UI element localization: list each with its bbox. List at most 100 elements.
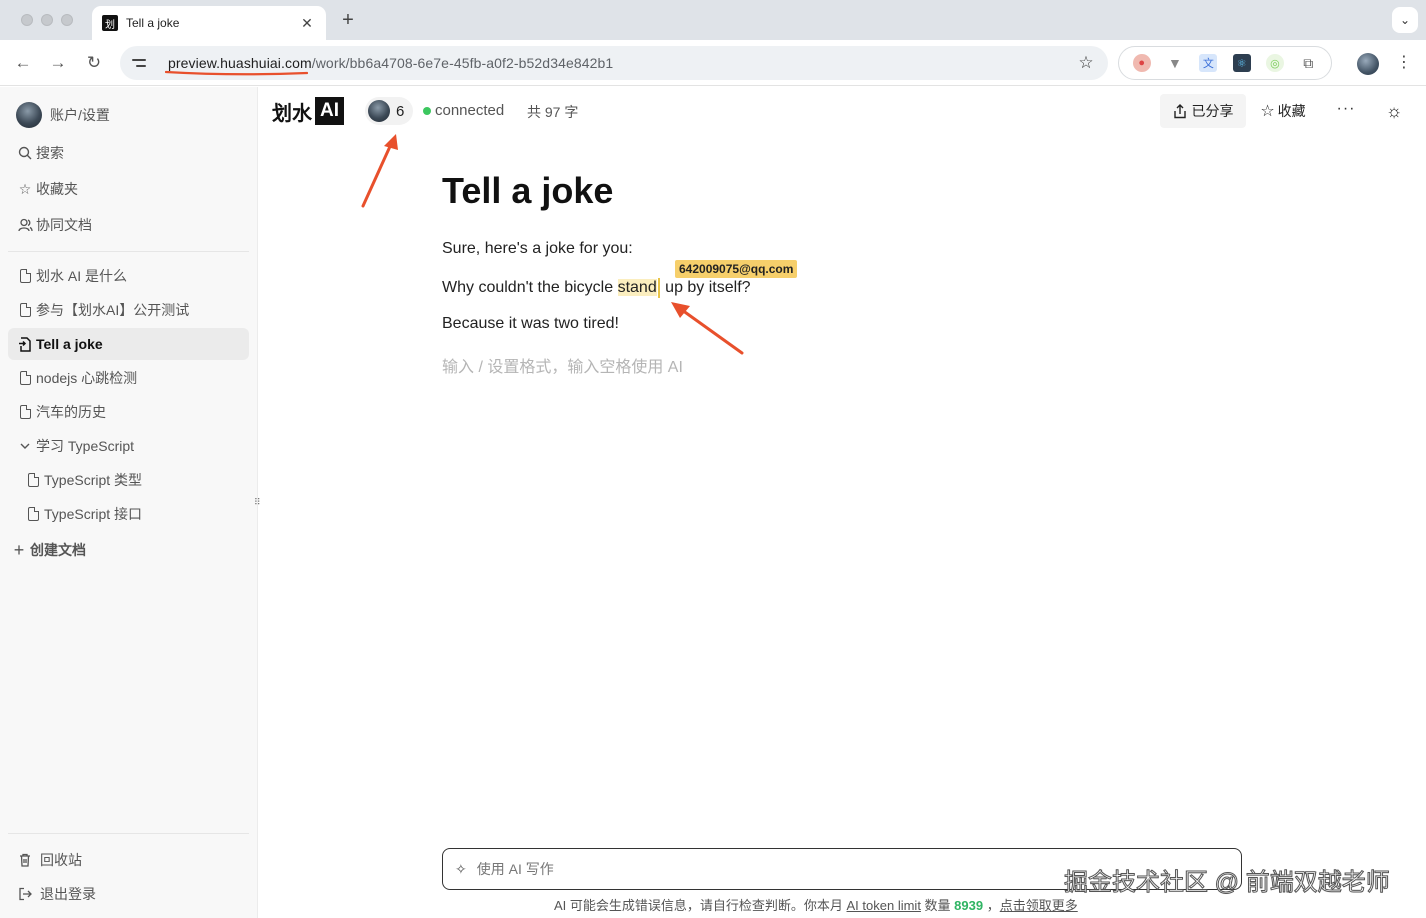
document-icon	[27, 473, 39, 487]
account-settings[interactable]: 账户/设置	[8, 99, 249, 131]
url-annotation-underline	[165, 70, 308, 76]
back-arrow-icon[interactable]: ←	[12, 52, 34, 74]
theme-toggle-sun-icon[interactable]: ☼	[1380, 94, 1408, 128]
online-count: 6	[396, 102, 405, 120]
users-icon	[16, 218, 34, 232]
folder-learn-typescript[interactable]: 学习 TypeScript	[8, 430, 249, 462]
maximize-window-icon[interactable]	[61, 14, 73, 26]
browser-menu-icon[interactable]: ⋮	[1396, 52, 1412, 74]
plus-icon: +	[13, 539, 25, 560]
logo-ai-badge: AI	[315, 97, 344, 125]
share-icon	[1173, 103, 1186, 118]
text-segment: up by itself?	[660, 279, 751, 297]
extension-color-icon[interactable]: ◎	[1265, 54, 1284, 72]
favorite-button[interactable]: ☆ 收藏	[1252, 94, 1314, 128]
annotation-arrow-cursor	[671, 302, 744, 355]
watermark: 掘金技术社区 @ 前端双越老师	[1064, 869, 1391, 897]
sidebar-item-search[interactable]: 搜索	[8, 137, 249, 169]
doc-item-public-test[interactable]: 参与【划水AI】公开测试	[8, 294, 249, 326]
url-text[interactable]: preview.huashuiai.com/work/bb6a4708-6e7e…	[168, 55, 1076, 71]
editor-placeholder[interactable]: 输入 / 设置格式，输入空格使用 AI	[442, 353, 683, 377]
doc-item-nodejs-heartbeat[interactable]: nodejs 心跳检测	[8, 362, 249, 394]
url-path: /work/bb6a4708-6e7e-45fb-a0f2-b52d34e842…	[311, 55, 614, 71]
extensions-puzzle-icon[interactable]: ⧉	[1299, 54, 1317, 72]
forward-arrow-icon[interactable]: →	[47, 52, 69, 74]
extension-react-icon[interactable]: ⚛	[1232, 54, 1251, 72]
sidebar-item-logout[interactable]: 退出登录	[8, 878, 249, 910]
window-controls	[21, 14, 73, 26]
doc-item-label: TypeScript 接口	[44, 506, 143, 522]
sidebar-resize-handle[interactable]: ⠿	[254, 495, 261, 509]
bookmark-star-icon[interactable]: ☆	[1076, 53, 1096, 73]
account-settings-label: 账户/设置	[50, 107, 110, 123]
new-tab-button[interactable]: +	[336, 8, 360, 32]
sidebar-item-favorites[interactable]: ☆ 收藏夹	[8, 173, 249, 205]
sidebar-divider	[8, 833, 249, 834]
folder-label: 学习 TypeScript	[36, 438, 135, 454]
user-avatar	[368, 100, 390, 122]
annotation-arrow-presence	[361, 134, 398, 208]
document-title[interactable]: Tell a joke	[442, 170, 613, 212]
ai-disclaimer: AI 可能会生成错误信息，请自行检查判断。你本月 AI token limit …	[554, 895, 1078, 914]
url-host: preview.huashuiai.com	[168, 55, 312, 71]
logo-text: 划水	[272, 102, 312, 125]
favorite-label: 收藏	[1277, 103, 1306, 119]
browser-tabbar: 划 Tell a joke ✕ + ⌄	[0, 0, 1426, 40]
token-count: 8939	[954, 898, 984, 913]
extensions-group: ● ▼ 文 ⚛ ◎ ⧉	[1118, 46, 1332, 80]
collaborator-name-tag: 642009075@qq.com	[675, 260, 798, 278]
tab-search-chevron-icon[interactable]: ⌄	[1392, 7, 1418, 33]
paragraph-answer[interactable]: Because it was two tired!	[442, 315, 619, 333]
browser-tab-active[interactable]: 划 Tell a joke ✕	[92, 6, 326, 40]
browser-toolbar: ← → ↻ preview.huashuiai.com/work/bb6a470…	[0, 40, 1426, 86]
site-settings-icon[interactable]	[132, 54, 150, 72]
document-icon	[27, 507, 39, 521]
shared-document-icon	[16, 336, 34, 352]
disclaimer-text: ，	[983, 898, 1000, 913]
sidebar-item-collab-docs[interactable]: 协同文档	[8, 209, 249, 241]
connection-status: connected	[423, 102, 504, 119]
tab-favicon-icon: 划	[102, 15, 118, 31]
token-limit-link[interactable]: AI token limit	[847, 898, 921, 913]
doc-item-label: 划水 AI 是什么	[36, 268, 128, 284]
extension-translate-icon[interactable]: 文	[1199, 54, 1218, 72]
minimize-window-icon[interactable]	[41, 14, 53, 26]
doc-item-car-history[interactable]: 汽车的历史	[8, 396, 249, 428]
sparkle-icon: ✧	[455, 860, 467, 877]
disclaimer-text: 数量	[920, 898, 955, 913]
document-icon	[19, 371, 31, 385]
sidebar-item-trash[interactable]: 回收站	[8, 844, 249, 876]
tab-close-icon[interactable]: ✕	[298, 15, 316, 32]
share-label: 已分享	[1191, 103, 1234, 119]
more-options-button[interactable]: ···	[1332, 94, 1360, 128]
share-button[interactable]: 已分享	[1160, 94, 1246, 128]
connection-status-label: connected	[435, 102, 505, 119]
create-doc-button[interactable]: + 创建文档	[8, 534, 249, 566]
doc-item-what-is-huashui[interactable]: 划水 AI 是什么	[8, 260, 249, 292]
doc-item-ts-types[interactable]: TypeScript 类型	[16, 464, 249, 496]
paragraph-question[interactable]: Why couldn't the bicycle stand up by its…	[442, 278, 751, 298]
doc-item-tell-a-joke[interactable]: Tell a joke	[8, 328, 249, 360]
disclaimer-text: AI 可能会生成错误信息，请自行检查判断。你本月	[554, 898, 847, 913]
online-users[interactable]: 6	[365, 97, 414, 125]
document-icon	[19, 405, 31, 419]
sidebar-item-label: 协同文档	[36, 217, 92, 233]
trash-icon	[16, 853, 34, 867]
extension-vue-icon[interactable]: ▼	[1166, 54, 1184, 72]
star-icon: ☆	[1260, 103, 1275, 120]
close-window-icon[interactable]	[21, 14, 33, 26]
chevron-down-icon[interactable]	[16, 443, 34, 450]
doc-item-label: 汽车的历史	[36, 404, 106, 420]
claim-more-link[interactable]: 点击领取更多	[1000, 898, 1078, 913]
create-doc-label: 创建文档	[30, 542, 86, 558]
reload-icon[interactable]: ↻	[83, 52, 105, 74]
sidebar-item-label: 收藏夹	[36, 181, 78, 197]
extension-record-icon[interactable]: ●	[1132, 54, 1151, 72]
doc-item-label: TypeScript 类型	[44, 472, 143, 488]
profile-avatar[interactable]	[1357, 53, 1379, 75]
paragraph-intro[interactable]: Sure, here's a joke for you:	[442, 240, 633, 258]
app-logo[interactable]: 划水 AI	[272, 97, 344, 125]
status-dot-icon	[423, 106, 431, 115]
document-icon	[19, 303, 31, 317]
doc-item-ts-interfaces[interactable]: TypeScript 接口	[16, 498, 249, 530]
